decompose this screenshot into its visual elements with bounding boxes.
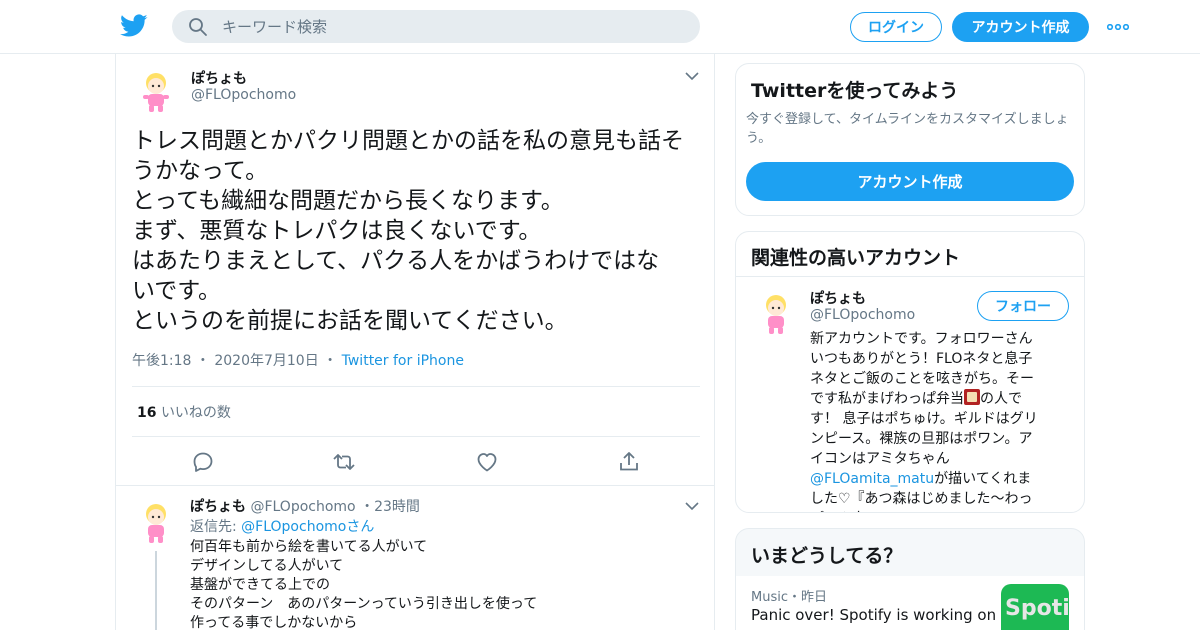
reply-text-line: そのパターン あのパターンっていう引き出しを使って xyxy=(190,596,538,612)
tweet-text-line: まず、悪質なトレパクは良くないです。 xyxy=(132,218,542,244)
tweet-timestamp: 午後1:18 ・ 2020年7月10日 ・ Twitter for iPhone xyxy=(132,350,464,370)
tweet-text: トレス問題とかパクリ問題とかの話を私の意見も話そ うかなって。 とっても繊細な問… xyxy=(132,126,704,336)
reply-text-line: 作ってる事でしかないから xyxy=(190,615,358,630)
reply-author-name[interactable]: ぽちょも xyxy=(190,499,246,515)
separator-dot: ・ xyxy=(195,353,210,369)
search-bar[interactable] xyxy=(172,10,700,43)
avatar-illustration-icon xyxy=(132,497,180,545)
tweet-text-line: いです。 xyxy=(132,278,222,304)
reply-text-line: 基盤ができてる上での xyxy=(190,577,330,593)
search-input[interactable] xyxy=(222,10,682,43)
trends-card: いまどうしてる？ Music・昨日 Panic over! Spotify is… xyxy=(735,528,1085,630)
trend-thumbnail[interactable]: Spoti xyxy=(1001,584,1069,630)
author-handle[interactable]: @FLOpochomo xyxy=(191,87,296,103)
tweet-text-line: とっても繊細な問題だから長くなります。 xyxy=(132,188,564,214)
chevron-down-icon[interactable] xyxy=(685,71,699,81)
bio-mention-link[interactable]: @FLOamita_matu xyxy=(810,471,934,487)
chevron-down-icon[interactable] xyxy=(685,501,699,511)
avatar-illustration-icon xyxy=(752,288,800,336)
tweet-date[interactable]: 2020年7月10日 xyxy=(214,353,318,369)
twitter-bird-logo-icon[interactable] xyxy=(120,13,148,39)
account-handle[interactable]: @FLOpochomo xyxy=(810,307,915,323)
follow-button[interactable]: フォロー xyxy=(977,291,1069,321)
tweet-text-line: というのを前提にお話を聞いてください。 xyxy=(132,308,568,334)
reply-to-prefix: 返信先: xyxy=(190,519,237,535)
avatar[interactable] xyxy=(132,497,180,545)
avatar[interactable] xyxy=(132,66,180,114)
separator-dot: ・ xyxy=(360,499,375,515)
avatar-illustration-icon xyxy=(132,66,180,114)
reply-age[interactable]: 23時間 xyxy=(374,499,420,515)
reply-text-line: デザインしてる人がいて xyxy=(190,558,344,574)
tweet-text-line: トレス問題とかパクリ問題とかの話を私の意見も話そ xyxy=(132,128,684,154)
like-heart-icon[interactable] xyxy=(475,450,499,474)
bento-box-emoji-icon xyxy=(964,389,980,405)
main-tweet-column: ぽちょも @FLOpochomo トレス問題とかパクリ問題とかの話を私の意見も話… xyxy=(115,54,715,630)
likes-stat[interactable]: 16 いいねの数 xyxy=(137,402,231,422)
retweet-icon[interactable] xyxy=(332,450,356,474)
separator-dot: ・ xyxy=(323,353,338,369)
reply-text-line: 何百年も前から絵を書いてる人がいて xyxy=(190,539,428,555)
related-accounts-card: 関連性の高いアカウント ぽちょも @FLOpochomo フォロー 新アカウント… xyxy=(735,231,1085,513)
reply-author-handle[interactable]: @FLOpochomo xyxy=(250,499,355,515)
tweet-time[interactable]: 午後1:18 xyxy=(132,353,191,369)
create-account-button[interactable]: アカウント作成 xyxy=(746,162,1074,201)
top-navigation-bar: ログイン アカウント作成 xyxy=(0,0,1200,54)
card-title: 関連性の高いアカウント xyxy=(751,247,961,269)
reply-icon[interactable] xyxy=(191,450,215,474)
tweet-source-link[interactable]: Twitter for iPhone xyxy=(342,353,464,369)
trend-meta: Music・昨日 xyxy=(751,590,827,605)
share-icon[interactable] xyxy=(617,450,641,474)
reply-header: ぽちょも @FLOpochomo ・23時間 xyxy=(190,496,420,516)
card-subtitle: 今すぐ登録して、タイムラインをカスタマイズしましょう。 xyxy=(746,112,1069,146)
account-bio: 新アカウントです。フォロワーさんいつもありがとう！FLOネタと息子ネタとご飯のこ… xyxy=(810,329,1042,512)
divider xyxy=(132,386,700,387)
trend-item[interactable]: Music・昨日 Panic over! Spotify is working … xyxy=(736,576,1084,630)
replying-to: 返信先: @FLOpochomoさん xyxy=(190,516,374,536)
trend-headline[interactable]: Panic over! Spotify is working on xyxy=(751,606,996,624)
more-options-icon[interactable] xyxy=(1106,18,1130,36)
reply-to-handle[interactable]: @FLOpochomo xyxy=(241,519,346,535)
login-button[interactable]: ログイン xyxy=(850,12,942,42)
reply-text: 何百年も前から絵を書いてる人がいて デザインしてる人がいて 基盤ができてる上での… xyxy=(190,538,537,630)
signup-prompt-card: Twitterを使ってみよう 今すぐ登録して、タイムラインをカスタマイズしましょ… xyxy=(735,63,1085,216)
divider xyxy=(116,485,714,486)
card-title: いまどうしてる？ xyxy=(751,545,903,567)
divider xyxy=(736,276,1084,277)
divider xyxy=(132,436,700,437)
thread-connector-line xyxy=(155,551,157,630)
likes-label: いいねの数 xyxy=(160,405,231,421)
tweet-text-line: うかなって。 xyxy=(132,158,269,184)
likes-count: 16 xyxy=(137,405,157,421)
trend-thumbnail-text: Spoti xyxy=(1005,596,1069,621)
reply-to-handle-link[interactable]: @FLOpochomoさん xyxy=(241,519,374,535)
avatar[interactable] xyxy=(752,288,800,336)
search-icon xyxy=(189,18,207,36)
tweet-text-line: はあたりまえとして、パクる人をかばうわけではな xyxy=(132,248,660,274)
reply-to-suffix[interactable]: さん xyxy=(346,519,374,535)
signup-button[interactable]: アカウント作成 xyxy=(952,12,1089,42)
account-name[interactable]: ぽちょも xyxy=(810,288,866,308)
author-name[interactable]: ぽちょも xyxy=(191,68,247,88)
card-title: Twitterを使ってみよう xyxy=(751,80,959,102)
